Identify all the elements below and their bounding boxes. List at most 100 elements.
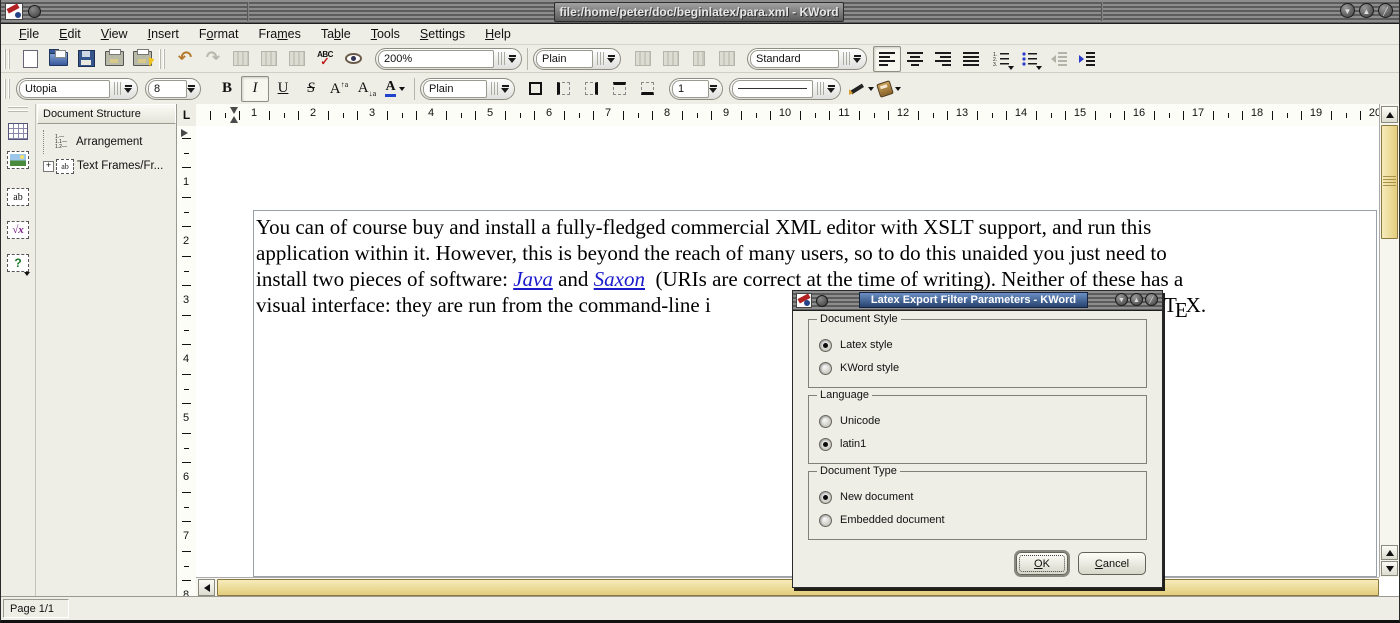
radio-button[interactable] xyxy=(819,339,832,352)
font-family-combo[interactable]: Utopia xyxy=(16,78,138,100)
italic-button[interactable]: I xyxy=(241,76,269,102)
dialog-titlebar[interactable]: Latex Export Filter Parameters - KWord ▼… xyxy=(793,291,1162,311)
kword-icon[interactable] xyxy=(5,3,23,20)
radio-option-unicode[interactable]: Unicode xyxy=(819,413,880,429)
underline-button[interactable]: U xyxy=(269,76,297,102)
chevron-down-icon[interactable] xyxy=(1036,66,1042,70)
menu-format[interactable]: Format xyxy=(189,27,249,41)
create-style-button[interactable] xyxy=(629,46,657,72)
scroll-up-button-2[interactable] xyxy=(1381,545,1398,560)
spellcheck-button[interactable]: ABC✓ xyxy=(311,46,339,72)
increase-indent-button[interactable] xyxy=(1073,46,1101,72)
radio-option-latex-style[interactable]: Latex style xyxy=(819,337,893,353)
radio-option-embedded-document[interactable]: Embedded document xyxy=(819,512,945,528)
chevron-down-icon[interactable] xyxy=(709,85,717,93)
align-center-button[interactable] xyxy=(901,46,929,72)
border-all-button[interactable] xyxy=(521,76,549,102)
chevron-down-icon[interactable] xyxy=(24,272,30,276)
vertical-ruler[interactable]: 12345678 xyxy=(177,126,197,597)
scroll-down-button[interactable] xyxy=(1381,561,1398,576)
decrease-indent-button[interactable] xyxy=(1045,46,1073,72)
document-canvas[interactable]: You can of course buy and install a full… xyxy=(196,126,1379,577)
open-button[interactable] xyxy=(44,46,72,72)
insert-picture-button[interactable] xyxy=(4,146,32,174)
insert-text-frame-button[interactable]: ab xyxy=(4,183,32,211)
new-document-button[interactable] xyxy=(16,46,44,72)
chevron-down-icon[interactable] xyxy=(827,85,835,93)
zoom-combo[interactable]: 200% xyxy=(375,48,522,70)
edit-frame-button-2[interactable] xyxy=(255,46,283,72)
bold-button[interactable]: B xyxy=(213,76,241,102)
frame-style-combo[interactable]: Plain xyxy=(420,78,515,100)
vertical-scrollbar[interactable] xyxy=(1379,104,1399,577)
horizontal-scrollbar[interactable] xyxy=(196,577,1379,597)
border-bottom-button[interactable] xyxy=(633,76,661,102)
dialog-minimize-button[interactable]: ▼ xyxy=(1115,293,1128,306)
tab-selector[interactable]: L xyxy=(177,104,197,127)
chevron-down-icon[interactable] xyxy=(399,87,405,91)
print-button[interactable] xyxy=(100,46,128,72)
toolbar-handle[interactable] xyxy=(4,49,12,69)
scroll-left-button[interactable] xyxy=(198,579,215,596)
undo-button[interactable]: ↶ xyxy=(171,46,199,72)
ok-button[interactable]: OK xyxy=(1016,552,1068,575)
radio-option-latin1[interactable]: latin1 xyxy=(819,436,866,452)
link-saxon[interactable]: Saxon xyxy=(594,267,645,291)
radio-button[interactable] xyxy=(819,514,832,527)
dialog-close-button[interactable]: ╱ xyxy=(1145,293,1158,306)
font-color-button[interactable]: A xyxy=(381,76,409,102)
menu-view[interactable]: View xyxy=(91,27,138,41)
chevron-down-icon[interactable] xyxy=(124,85,132,93)
menu-edit[interactable]: Edit xyxy=(49,27,91,41)
border-color-button[interactable] xyxy=(847,76,875,102)
horizontal-ruler[interactable]: 1234567891011121314151617181920 xyxy=(196,104,1379,127)
vertical-scroll-thumb[interactable] xyxy=(1381,125,1398,239)
indent-marker[interactable] xyxy=(230,107,239,123)
titlebar[interactable]: file:/home/peter/doc/beginlatex/para.xml… xyxy=(1,0,1399,24)
named-style-combo[interactable]: Standard xyxy=(747,48,867,70)
update-style-button[interactable] xyxy=(657,46,685,72)
toolbar-handle[interactable] xyxy=(4,79,12,99)
border-top-button[interactable] xyxy=(605,76,633,102)
toolbar-handle[interactable] xyxy=(159,49,167,69)
radio-option-kword-style[interactable]: KWord style xyxy=(819,360,899,376)
insert-object-button[interactable]: ? xyxy=(4,249,32,277)
close-button[interactable]: ╱ xyxy=(1378,3,1393,18)
redo-button[interactable]: ↷ xyxy=(199,46,227,72)
save-button[interactable] xyxy=(72,46,100,72)
background-color-button[interactable] xyxy=(875,76,903,102)
chevron-down-icon[interactable] xyxy=(853,55,861,63)
formatting-chars-button[interactable] xyxy=(339,46,367,72)
chevron-down-icon[interactable] xyxy=(501,85,509,93)
radio-option-new-document[interactable]: New document xyxy=(819,489,913,505)
frameset-button[interactable] xyxy=(713,46,741,72)
print-preview-button[interactable] xyxy=(128,46,156,72)
align-right-button[interactable] xyxy=(929,46,957,72)
border-line-style-combo[interactable] xyxy=(729,78,841,100)
radio-button[interactable] xyxy=(819,491,832,504)
frame-style-button[interactable] xyxy=(685,46,713,72)
chevron-down-icon[interactable] xyxy=(607,55,615,63)
edit-frame-button-1[interactable] xyxy=(227,46,255,72)
v-indent-marker[interactable] xyxy=(181,129,188,137)
border-left-button[interactable] xyxy=(549,76,577,102)
latex-export-dialog[interactable]: Latex Export Filter Parameters - KWord ▼… xyxy=(792,290,1163,588)
bullet-list-button[interactable] xyxy=(1017,46,1045,72)
superscript-button[interactable]: A↑a xyxy=(325,76,353,102)
insert-table-button[interactable] xyxy=(4,117,32,145)
menu-help[interactable]: Help xyxy=(475,27,521,41)
menu-tools[interactable]: Tools xyxy=(361,27,410,41)
chevron-down-icon[interactable] xyxy=(508,55,516,63)
chevron-down-icon[interactable] xyxy=(895,87,901,91)
chevron-down-icon[interactable] xyxy=(1008,66,1014,70)
menu-settings[interactable]: Settings xyxy=(410,27,475,41)
subscript-button[interactable]: A↓a xyxy=(353,76,381,102)
paragraph-style-combo[interactable]: Plain xyxy=(533,48,621,70)
minimize-button[interactable]: ▼ xyxy=(1340,3,1355,18)
border-right-button[interactable] xyxy=(577,76,605,102)
menu-frames[interactable]: Frames xyxy=(248,27,310,41)
menu-insert[interactable]: Insert xyxy=(138,27,189,41)
chevron-down-icon[interactable] xyxy=(187,85,195,93)
cancel-button[interactable]: Cancel xyxy=(1078,552,1146,575)
toolbar-handle[interactable] xyxy=(8,106,28,113)
